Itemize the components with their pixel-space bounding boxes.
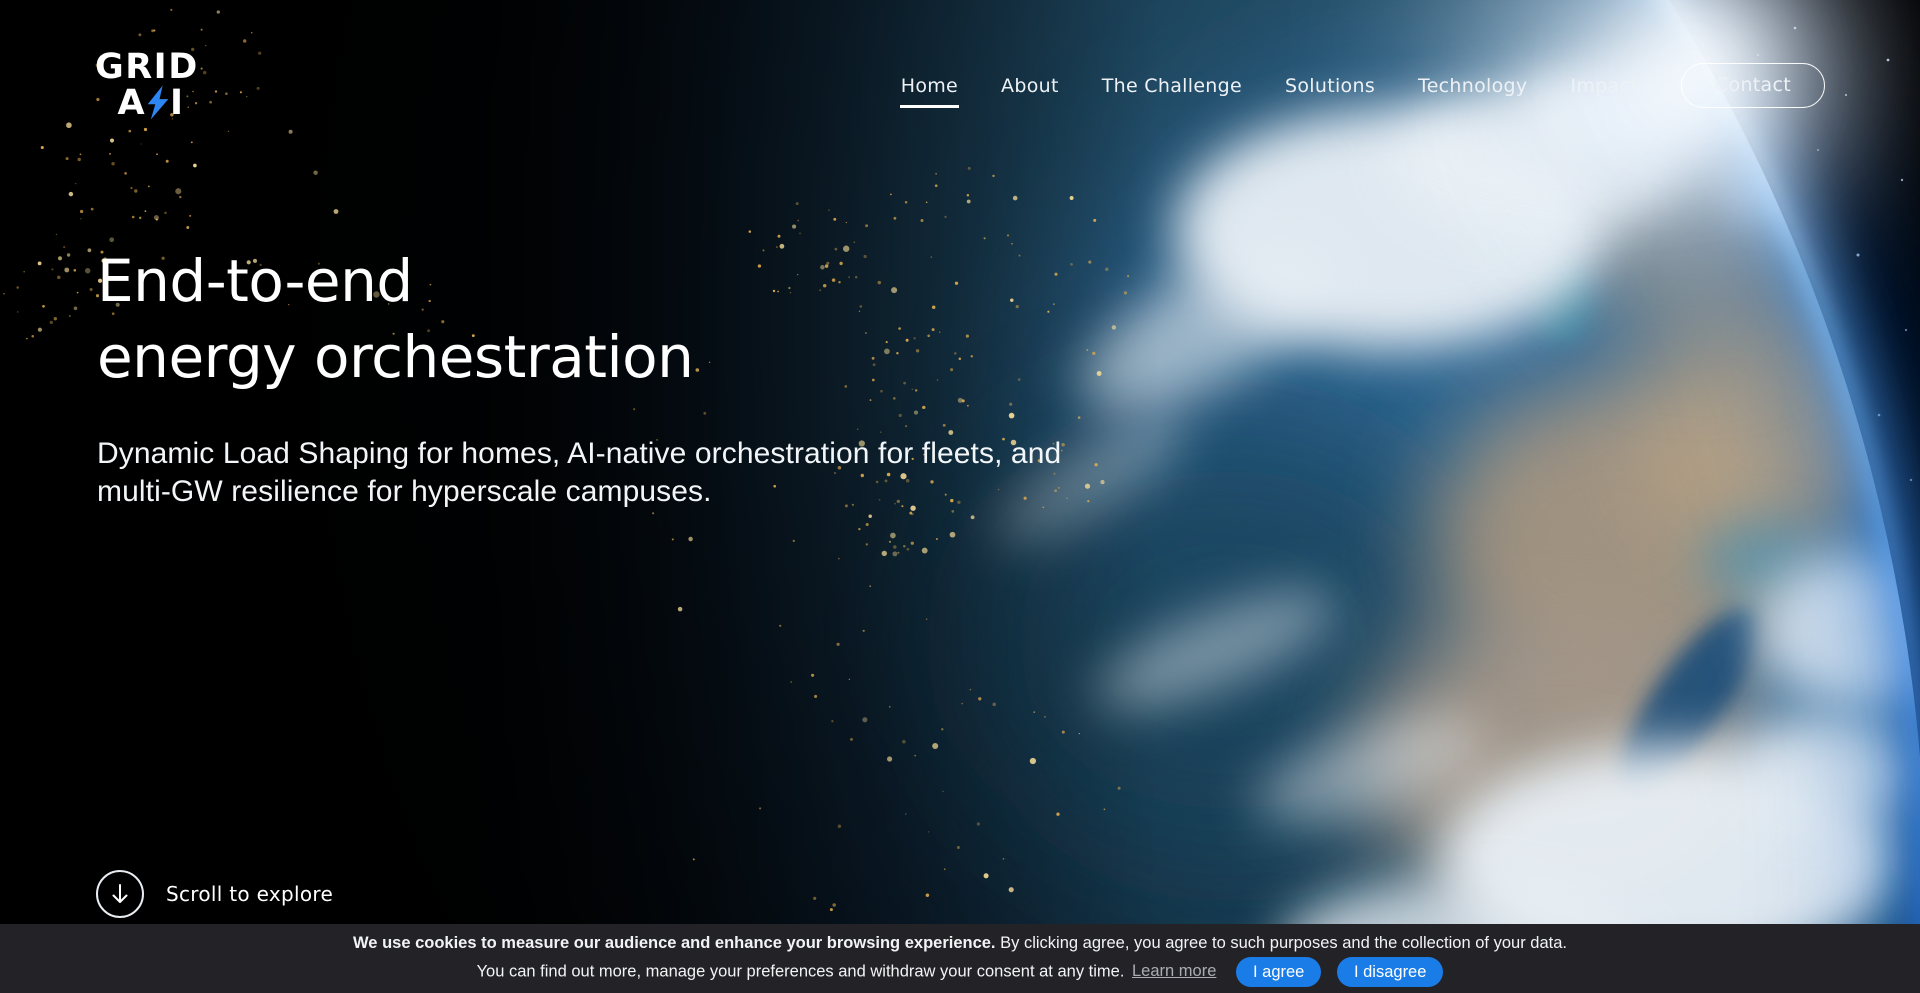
nav-item-technology[interactable]: Technology bbox=[1418, 75, 1527, 97]
nav-item-about[interactable]: About bbox=[1001, 75, 1059, 97]
contact-button[interactable]: Contact bbox=[1681, 63, 1825, 108]
main-nav: Home About The Challenge Solutions Techn… bbox=[901, 63, 1825, 108]
hero-title-line1: End-to-end bbox=[97, 243, 1142, 319]
hero-title: End-to-end energy orchestration bbox=[97, 243, 1142, 395]
site-header: GRID A I Home About The Challenge Soluti… bbox=[0, 0, 1920, 121]
cookie-message: We use cookies to measure our audience a… bbox=[343, 930, 1578, 987]
brand-logo-letter-i: I bbox=[170, 86, 185, 120]
cookie-banner: We use cookies to measure our audience a… bbox=[0, 924, 1920, 993]
hero-subtitle: Dynamic Load Shaping for homes, AI-nativ… bbox=[97, 435, 1142, 511]
nav-item-home[interactable]: Home bbox=[901, 75, 958, 97]
nav-item-solutions[interactable]: Solutions bbox=[1285, 75, 1375, 97]
lightning-bolt-icon bbox=[146, 84, 170, 121]
nav-item-the-challenge[interactable]: The Challenge bbox=[1102, 75, 1242, 97]
disagree-button[interactable]: I disagree bbox=[1337, 957, 1443, 987]
brand-logo-line2: A I bbox=[95, 84, 207, 121]
nav-item-impact[interactable]: Impact bbox=[1570, 75, 1638, 97]
learn-more-link[interactable]: Learn more bbox=[1132, 962, 1216, 980]
arrow-down-circle-icon[interactable] bbox=[96, 870, 144, 918]
brand-logo-letter-a: A bbox=[117, 86, 146, 120]
arrow-down-icon bbox=[110, 883, 130, 905]
hero-copy: End-to-end energy orchestration Dynamic … bbox=[97, 243, 1142, 511]
brand-logo[interactable]: GRID A I bbox=[95, 50, 207, 121]
brand-logo-line1: GRID bbox=[95, 50, 207, 84]
hero-section: GRID A I Home About The Challenge Soluti… bbox=[0, 0, 1920, 993]
cookie-message-bold: We use cookies to measure our audience a… bbox=[353, 934, 996, 952]
hero-title-line2: energy orchestration bbox=[97, 319, 1142, 395]
scroll-indicator[interactable]: Scroll to explore bbox=[96, 870, 333, 918]
scroll-label: Scroll to explore bbox=[166, 882, 333, 906]
agree-button[interactable]: I agree bbox=[1236, 957, 1321, 987]
